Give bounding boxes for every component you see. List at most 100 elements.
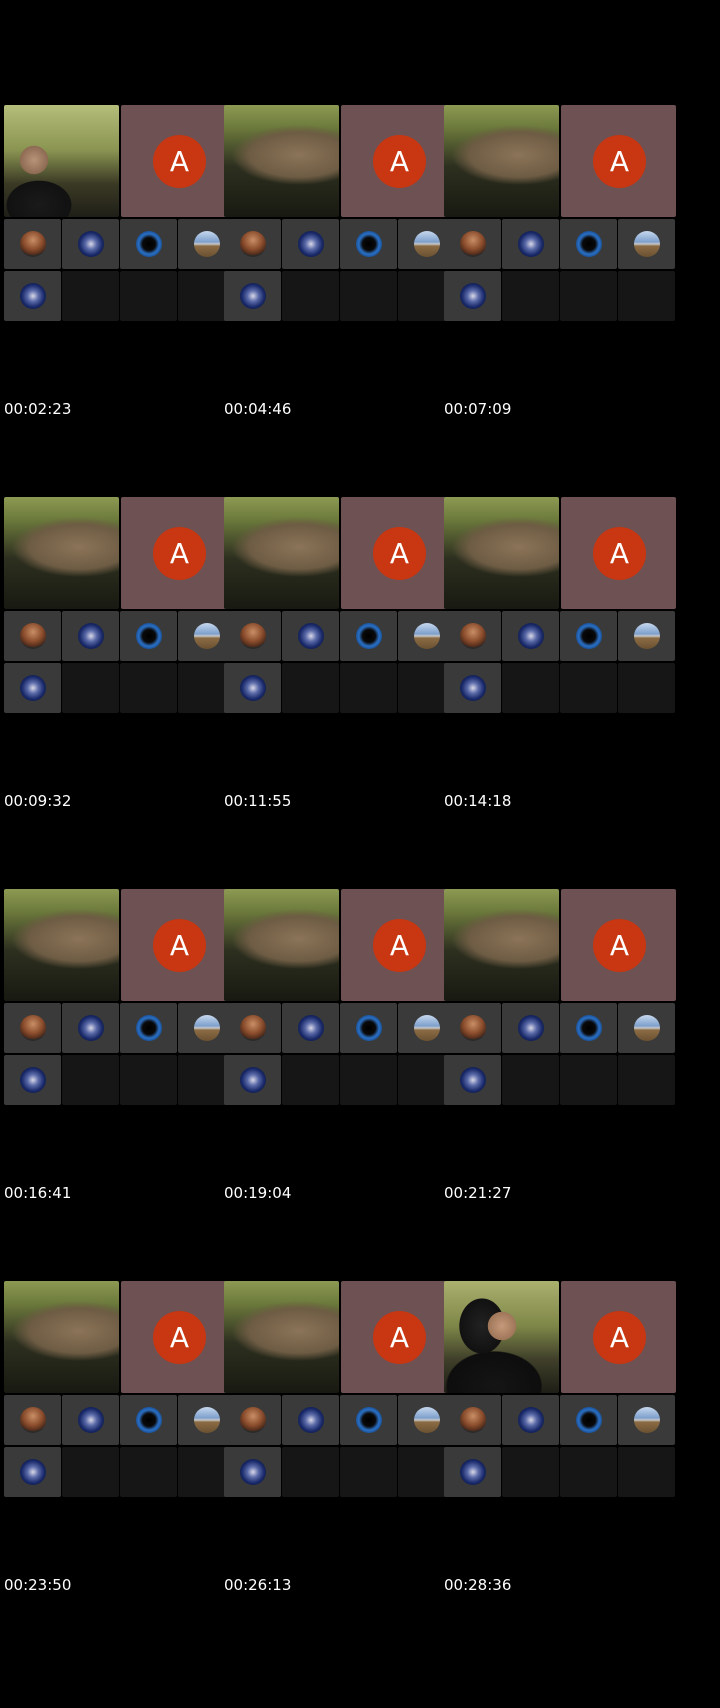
person-avatar-icon xyxy=(240,231,266,257)
participant-thumbnail xyxy=(4,219,61,269)
participant-thumbnail xyxy=(4,1055,61,1105)
empty-thumbnail-slot xyxy=(340,271,397,321)
person-avatar-icon xyxy=(20,1407,46,1433)
empty-thumbnail-slot xyxy=(560,1447,617,1497)
participant-thumbnail xyxy=(444,271,501,321)
participant-thumbnail xyxy=(4,1447,61,1497)
frame-cell[interactable]: A 00:07:09 xyxy=(440,0,676,427)
landscape-hat-icon xyxy=(414,1407,440,1433)
participant-thumbnail xyxy=(224,1003,281,1053)
frame-cell[interactable]: A 00:26:13 xyxy=(220,1176,456,1603)
participant-thumbnail xyxy=(224,1395,281,1445)
participant-thumbnail xyxy=(560,219,617,269)
person-avatar-icon xyxy=(460,623,486,649)
seal-emblem-icon xyxy=(240,675,266,701)
person-avatar-icon xyxy=(20,1015,46,1041)
seal-emblem-icon xyxy=(298,231,324,257)
video-call-grid: A xyxy=(444,889,676,1105)
seal-emblem-icon xyxy=(240,1459,266,1485)
frame-cell[interactable]: A 00:04:46 xyxy=(220,0,456,427)
participant-thumbnail xyxy=(444,1447,501,1497)
participant-thumbnail xyxy=(560,1395,617,1445)
landscape-hat-icon xyxy=(194,623,220,649)
frame-cell[interactable]: A 00:16:41 xyxy=(0,784,236,1211)
seal-emblem-icon xyxy=(240,283,266,309)
seal-emblem-icon xyxy=(460,1459,486,1485)
seal-emblem-icon xyxy=(78,623,104,649)
participant-thumbnail xyxy=(444,611,501,661)
participant-thumbnail xyxy=(224,219,281,269)
camera-feed xyxy=(224,889,339,1001)
participant-avatar-tile: A xyxy=(121,1281,236,1393)
frame-cell[interactable]: A 00:11:55 xyxy=(220,392,456,819)
frame-cell[interactable]: A 00:14:18 xyxy=(440,392,676,819)
frame-cell[interactable]: A 00:21:27 xyxy=(440,784,676,1211)
seal-emblem-icon xyxy=(240,1067,266,1093)
frame-cell[interactable]: A 00:19:04 xyxy=(220,784,456,1211)
seal-emblem-icon xyxy=(518,231,544,257)
participant-avatar-tile: A xyxy=(561,889,676,1001)
blue-emblem-icon xyxy=(136,231,162,257)
participant-thumbnail xyxy=(224,1447,281,1497)
participant-thumbnail xyxy=(340,611,397,661)
person-avatar-icon xyxy=(240,1407,266,1433)
frame-cell[interactable]: A 00:28:36 xyxy=(440,1176,676,1603)
participant-avatar-tile: A xyxy=(341,889,456,1001)
participant-thumbnail xyxy=(340,1395,397,1445)
landscape-hat-icon xyxy=(634,1407,660,1433)
participant-thumbnail xyxy=(502,611,559,661)
frame-cell[interactable]: A 00:23:50 xyxy=(0,1176,236,1603)
participant-thumbnail xyxy=(224,663,281,713)
seal-emblem-icon xyxy=(460,1067,486,1093)
participant-thumbnail xyxy=(224,1055,281,1105)
participant-thumbnail xyxy=(120,611,177,661)
blue-emblem-icon xyxy=(576,1015,602,1041)
video-call-grid: A xyxy=(224,1281,456,1497)
frame-timestamp: 00:23:50 xyxy=(4,1576,72,1594)
blue-emblem-icon xyxy=(356,623,382,649)
landscape-hat-icon xyxy=(194,1407,220,1433)
camera-feed xyxy=(4,497,119,609)
participant-thumbnail xyxy=(282,611,339,661)
seal-emblem-icon xyxy=(298,1015,324,1041)
participant-thumbnail xyxy=(224,271,281,321)
participant-thumbnail xyxy=(502,1395,559,1445)
seal-emblem-icon xyxy=(298,623,324,649)
landscape-hat-icon xyxy=(414,231,440,257)
participant-thumbnail xyxy=(444,1055,501,1105)
participant-thumbnail xyxy=(224,611,281,661)
camera-feed xyxy=(4,889,119,1001)
frame-cell[interactable]: A 00:02:23 xyxy=(0,0,236,427)
video-call-grid: A xyxy=(224,497,456,713)
video-call-grid: A xyxy=(444,497,676,713)
empty-thumbnail-slot xyxy=(502,663,559,713)
empty-thumbnail-slot xyxy=(502,1055,559,1105)
person-avatar-icon xyxy=(460,1407,486,1433)
seal-emblem-icon xyxy=(518,623,544,649)
empty-thumbnail-slot xyxy=(282,663,339,713)
participant-thumbnail xyxy=(444,663,501,713)
landscape-hat-icon xyxy=(634,623,660,649)
seal-emblem-icon xyxy=(78,231,104,257)
landscape-hat-icon xyxy=(634,231,660,257)
empty-thumbnail-slot xyxy=(560,663,617,713)
blue-emblem-icon xyxy=(136,1407,162,1433)
video-call-grid: A xyxy=(444,105,676,321)
participant-thumbnail xyxy=(62,611,119,661)
person-avatar-icon xyxy=(240,623,266,649)
participant-thumbnail xyxy=(120,1003,177,1053)
avatar-initial: A xyxy=(153,1311,206,1364)
participant-thumbnail xyxy=(560,1003,617,1053)
landscape-hat-icon xyxy=(634,1015,660,1041)
frame-cell[interactable]: A 00:09:32 xyxy=(0,392,236,819)
participant-avatar-tile: A xyxy=(341,105,456,217)
empty-thumbnail-slot xyxy=(120,271,177,321)
participant-thumbnail xyxy=(4,663,61,713)
blue-emblem-icon xyxy=(136,623,162,649)
empty-thumbnail-slot xyxy=(340,1055,397,1105)
landscape-hat-icon xyxy=(414,623,440,649)
seal-emblem-icon xyxy=(20,1067,46,1093)
participant-avatar-tile: A xyxy=(341,497,456,609)
participant-avatar-tile: A xyxy=(561,105,676,217)
participant-thumbnail xyxy=(502,219,559,269)
